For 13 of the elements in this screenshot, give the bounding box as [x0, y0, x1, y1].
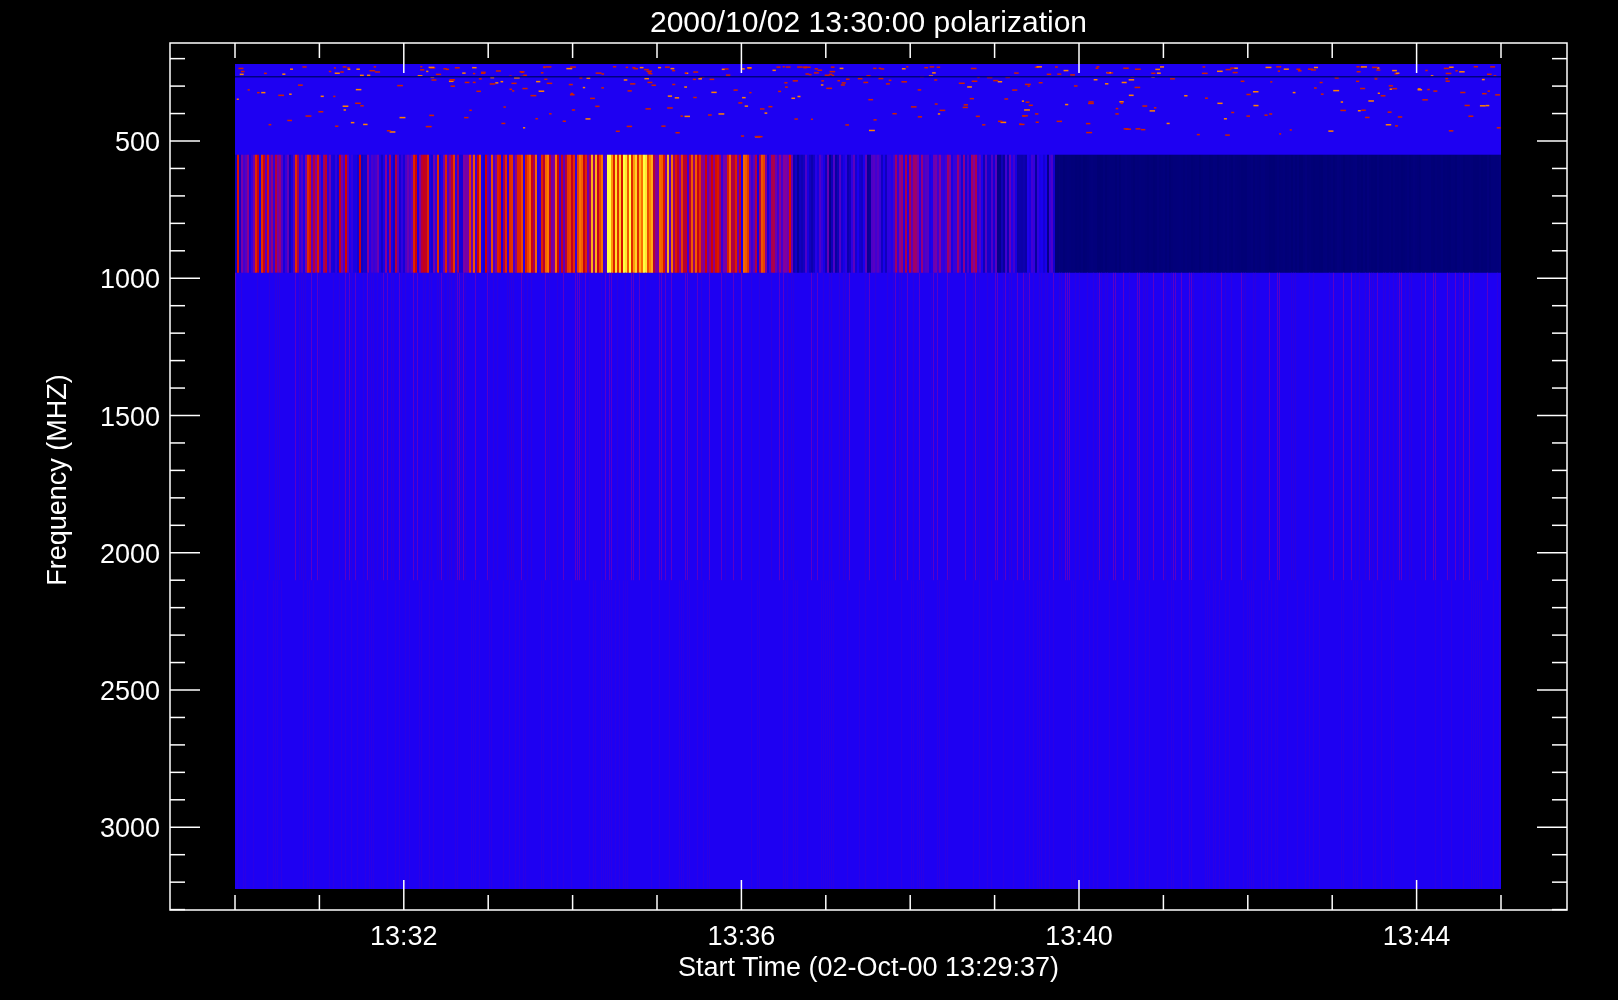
y-tick-label: 1000 — [99, 264, 160, 295]
chart-title: 2000/10/02 13:30:00 polarization — [650, 5, 1087, 38]
y-tick-label: 500 — [114, 127, 160, 157]
x-axis-label: Start Time (02-Oct-00 13:29:37) — [677, 952, 1060, 982]
x-tick-label: 13:36 — [707, 921, 776, 951]
x-tick-label: 13:32 — [370, 921, 438, 951]
x-tick-label: 13:40 — [1045, 921, 1113, 951]
y-tick-label: 2000 — [99, 538, 160, 569]
y-tick-label: 2500 — [99, 676, 160, 706]
y-tick-label: 3000 — [99, 813, 160, 844]
x-tick-label: 13:44 — [1382, 921, 1451, 951]
y-axis-label: Frequency (MHZ) — [42, 374, 72, 586]
y-tick-label: 1500 — [99, 401, 160, 432]
